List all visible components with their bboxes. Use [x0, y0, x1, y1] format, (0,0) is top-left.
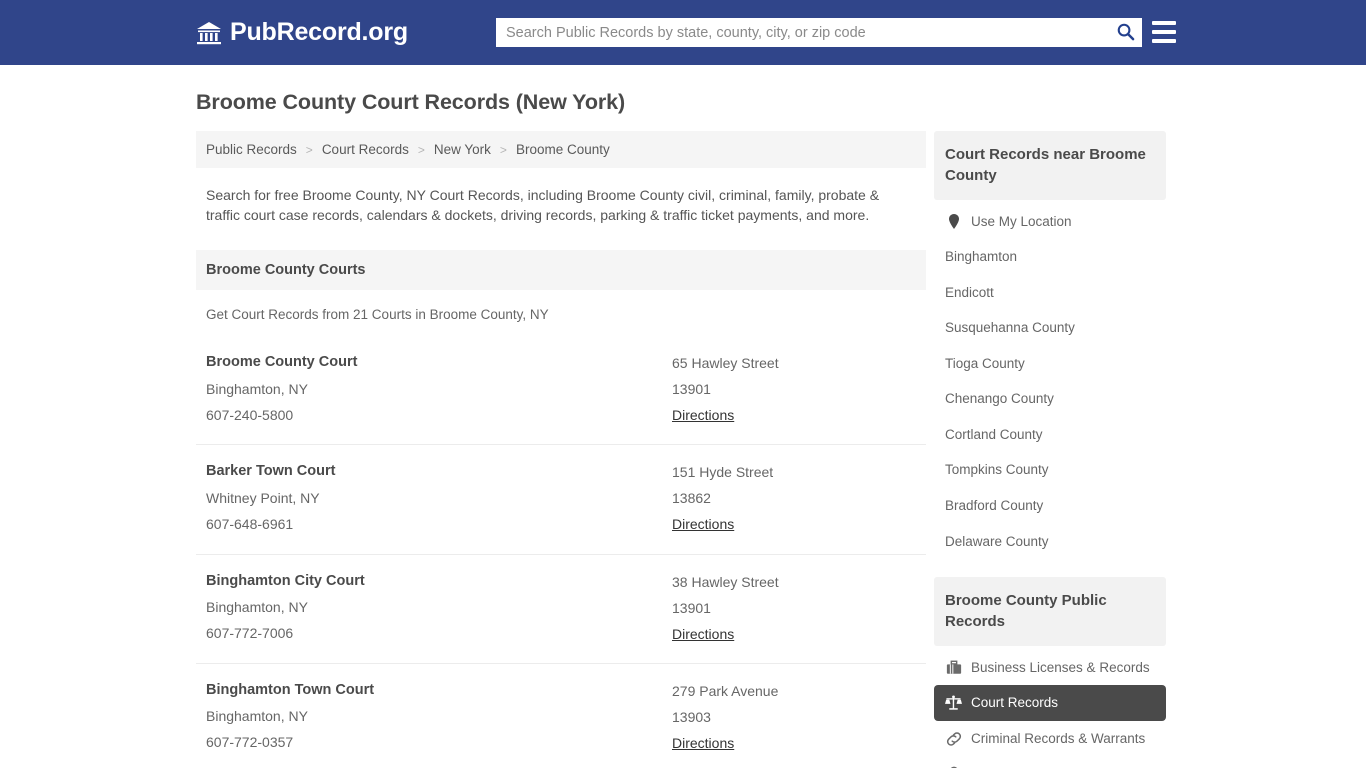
search-input[interactable] [496, 18, 1108, 47]
court-info: Binghamton City Court Binghamton, NY 607-7… [206, 569, 672, 647]
court-phone: 607-648-6961 [206, 516, 294, 533]
sidebar-record-item-label: Business Licenses & Records [971, 659, 1150, 675]
sidebar-record-item[interactable]: Business Licenses & Records [934, 646, 1166, 686]
page-body: Broome County Court Records (New York) P… [0, 90, 1366, 768]
court-city: Binghamton, NY [206, 381, 308, 398]
sidebar-nearby-item-label: Tioga County [945, 355, 1025, 371]
court-name: Barker Town Court [206, 463, 336, 480]
directions-link[interactable]: Directions [672, 402, 734, 428]
search-icon [1116, 22, 1135, 44]
search-bar [496, 18, 1142, 47]
court-zip: 13901 [672, 381, 711, 398]
court-address: 38 Hawley Street [672, 573, 779, 590]
map-pin-icon [945, 213, 962, 230]
breadcrumb-item-court-records[interactable]: Court Records [322, 142, 409, 157]
court-address: 151 Hyde Street [672, 464, 774, 481]
sidebar-nearby-item[interactable]: Endicott [934, 275, 1166, 311]
site-logo-link[interactable]: PubRecord.org [196, 20, 408, 45]
directions-link[interactable]: Directions [672, 511, 734, 537]
court-name: Broome County Court [206, 354, 358, 371]
sidebar-panel-nearby: Court Records near Broome County Use My … [934, 131, 1166, 559]
sidebar-nearby-item-label: Use My Location [971, 213, 1072, 229]
sidebar-record-item[interactable]: Criminal Records & Warrants [934, 721, 1166, 757]
sidebar-nearby-item[interactable]: Delaware County [934, 524, 1166, 560]
court-row: Broome County Court Binghamton, NY 607-240… [196, 336, 926, 444]
sidebar-records-list: Business Licenses & Records Court Records… [934, 646, 1166, 768]
court-address: 65 Hawley Street [672, 355, 779, 372]
link-chain-icon [945, 730, 962, 747]
sidebar-nearby-item[interactable]: Tioga County [934, 346, 1166, 382]
breadcrumb-separator: > [305, 142, 313, 157]
court-info: Broome County Court Binghamton, NY 607-240… [206, 350, 672, 428]
court-city: Binghamton, NY [206, 599, 308, 616]
court-info: Binghamton Town Court Binghamton, NY 607-7… [206, 678, 672, 756]
sidebar-panel-public-records: Broome County Public Records Business Li… [934, 577, 1166, 768]
directions-link[interactable]: Directions [672, 730, 734, 756]
sidebar-nearby-item[interactable]: Bradford County [934, 488, 1166, 524]
court-zip: 13901 [672, 599, 711, 616]
court-info: Barker Town Court Whitney Point, NY 607-64… [206, 459, 672, 537]
sidebar-nearby-item-label: Delaware County [945, 533, 1049, 549]
sidebar-nearby-item-label: Endicott [945, 284, 994, 300]
sidebar-record-item-label: Court Records [971, 695, 1059, 711]
breadcrumb-separator: > [417, 142, 425, 157]
court-name: Binghamton City Court [206, 572, 365, 589]
sidebar-nearby-title: Court Records near Broome County [934, 131, 1166, 200]
court-list: Broome County Court Binghamton, NY 607-240… [196, 336, 926, 768]
briefcase-icon [945, 659, 962, 676]
court-phone: 607-772-0357 [206, 734, 294, 751]
sidebar-nearby-item-label: Chenango County [945, 391, 1054, 407]
site-header: PubRecord.org [0, 0, 1366, 65]
scales-of-justice-icon [945, 694, 962, 711]
breadcrumb-item-new-york[interactable]: New York [434, 142, 491, 157]
sidebar-nearby-item[interactable]: Susquehanna County [934, 310, 1166, 346]
search-button[interactable] [1108, 18, 1142, 47]
page-title: Broome County Court Records (New York) [196, 90, 626, 114]
court-address: 279 Park Avenue [672, 682, 779, 699]
directions-link[interactable]: Directions [672, 621, 734, 647]
court-zip: 13862 [672, 490, 711, 507]
court-row: Barker Town Court Whitney Point, NY 607-64… [196, 444, 926, 553]
sidebar-nearby-item-label: Tompkins County [945, 462, 1049, 478]
breadcrumb: Public Records > Court Records > New Yor… [196, 131, 926, 168]
court-city: Whitney Point, NY [206, 490, 320, 507]
court-row: Binghamton City Court Binghamton, NY 607-7… [196, 553, 926, 663]
breadcrumb-separator: > [499, 142, 507, 157]
court-address-block: 65 Hawley Street 13901 Directions [672, 350, 916, 428]
court-zip: 13903 [672, 708, 711, 725]
court-phone: 607-240-5800 [206, 407, 294, 424]
sidebar-nearby-item-label: Binghamton [945, 249, 1018, 265]
sidebar-nearby-list: Use My Location Binghamton Endicott Susqueh… [934, 200, 1166, 559]
sidebar: Court Records near Broome County Use My … [934, 131, 1166, 768]
sidebar-nearby-item-label: Bradford County [945, 497, 1044, 513]
court-address-block: 279 Park Avenue 13903 Directions [672, 678, 916, 756]
court-city: Binghamton, NY [206, 708, 308, 725]
sidebar-nearby-item[interactable]: Tompkins County [934, 452, 1166, 488]
section-header-broome-county-courts: Broome County Courts [196, 250, 926, 291]
sidebar-record-item-label: Criminal Records & Warrants [971, 730, 1146, 746]
sidebar-record-item[interactable]: Inmate & Jail Records [934, 756, 1166, 768]
breadcrumb-item-public-records[interactable]: Public Records [206, 142, 297, 157]
section-subtitle: Get Court Records from 21 Courts in Broo… [206, 307, 549, 323]
court-row: Binghamton Town Court Binghamton, NY 607-7… [196, 662, 926, 768]
bank-building-icon [196, 21, 222, 45]
sidebar-nearby-item[interactable]: Cortland County [934, 417, 1166, 453]
breadcrumb-item-broome-county[interactable]: Broome County [516, 142, 610, 157]
site-logo-text: PubRecord.org [230, 18, 408, 46]
hamburger-menu-icon[interactable] [1152, 19, 1176, 45]
sidebar-nearby-item[interactable]: Chenango County [934, 381, 1166, 417]
sidebar-nearby-item-label: Cortland County [945, 426, 1043, 442]
court-name: Binghamton Town Court [206, 681, 375, 698]
sidebar-nearby-item-label: Susquehanna County [945, 320, 1075, 336]
court-address-block: 38 Hawley Street 13901 Directions [672, 569, 916, 647]
sidebar-records-title: Broome County Public Records [934, 577, 1166, 646]
court-phone: 607-772-7006 [206, 625, 294, 642]
page-intro-text: Search for free Broome County, NY Court … [206, 187, 880, 224]
court-address-block: 151 Hyde Street 13862 Directions [672, 459, 916, 537]
sidebar-nearby-item[interactable]: Use My Location [934, 200, 1166, 240]
sidebar-record-item[interactable]: Court Records [934, 685, 1166, 721]
sidebar-nearby-item[interactable]: Binghamton [934, 239, 1166, 275]
main-content: Public Records > Court Records > New Yor… [196, 131, 926, 768]
